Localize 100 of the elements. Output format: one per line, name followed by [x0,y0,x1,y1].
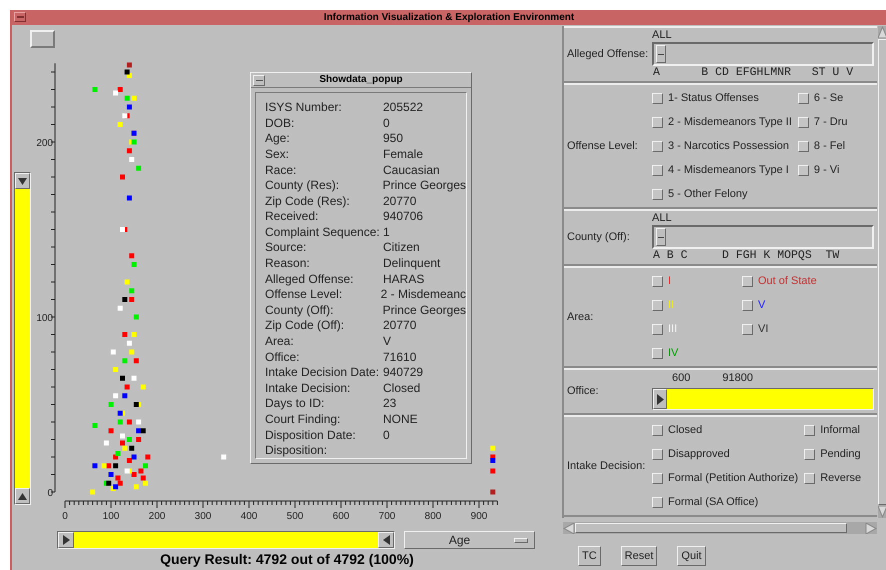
data-point [122,332,128,337]
data-point [126,62,132,68]
checkbox-label[interactable]: 1- Status Offenses [668,92,759,104]
minus-icon [256,80,262,81]
checkbox-label[interactable]: Pending [820,448,861,460]
data-point [126,420,132,424]
field-label: Reason: [265,257,311,270]
checkbox[interactable] [798,92,809,104]
checkbox[interactable] [652,92,663,104]
data-point [124,96,130,101]
checkbox-label[interactable]: VI [758,324,768,334]
field-label: DOB: [265,116,296,129]
checkbox-label[interactable]: 8 - Fel [814,140,846,152]
checkbox-label[interactable]: Reverse [820,472,862,484]
field-label: ISYS Number: [265,101,343,114]
popup-title: Showdata_popup [319,75,403,86]
up-arrow-icon[interactable] [878,26,886,38]
data-point [129,350,134,354]
range-max: 91800 [722,373,753,384]
checkbox[interactable] [804,424,816,436]
checkbox[interactable] [652,300,663,310]
data-point [92,463,98,468]
data-point [92,87,98,92]
checkbox-label[interactable]: 6 - Se [814,92,844,104]
checkbox[interactable] [804,448,816,460]
data-point [90,490,96,494]
field-value: 0 [383,428,390,441]
data-point [124,280,130,284]
axis-label: 100 [102,511,120,522]
axis-label: 0 [62,511,68,522]
field-label: Source: [265,241,308,254]
checkbox-label[interactable]: 5 - Other Felony [668,188,748,200]
checkbox[interactable] [652,496,663,508]
checkbox[interactable] [652,348,663,358]
checkbox-label[interactable]: Closed [668,424,702,436]
checkbox-label[interactable]: Formal (SA Office) [668,496,758,508]
horizontal-scrollbar[interactable] [563,522,877,534]
action-button[interactable]: TC [578,546,601,566]
checkbox[interactable] [652,164,663,176]
checkbox-label[interactable]: Formal (Petition Authorize) [668,472,798,484]
dropdown-indicator-icon [514,538,528,542]
field-label: Received: [265,210,320,222]
left-arrow-icon[interactable] [563,522,575,534]
checkbox[interactable] [652,448,663,460]
checkbox[interactable] [798,116,809,128]
right-arrow-icon[interactable] [865,522,877,534]
data-point [129,157,134,162]
checkbox-label[interactable]: 4 - Misdemeanors Type I [668,164,789,176]
blank-button[interactable] [30,30,55,48]
checkbox-label[interactable]: Disapproved [668,448,730,460]
checkbox[interactable] [652,116,663,128]
window-menu-button[interactable] [14,12,26,22]
action-button[interactable]: Quit [677,546,706,566]
checkbox[interactable] [652,472,663,484]
field-label: Area: [265,335,295,348]
attribute-dropdown[interactable]: Age [404,531,535,549]
data-point [118,122,123,127]
checkbox[interactable] [798,164,809,176]
field-label: Intake Decision: [265,382,352,394]
checkbox-label[interactable]: 9 - Vi [814,164,840,176]
checkbox[interactable] [742,324,753,334]
data-point [490,490,496,494]
checkbox[interactable] [652,140,663,152]
data-point [136,437,142,442]
field-value: HARAS [383,272,424,285]
field-label: County (Off): [265,304,334,316]
field-value: Prince Georges [382,304,466,316]
scale-labels: A B C D FGH K MOPQS TW [653,249,840,263]
checkbox[interactable] [742,300,753,310]
action-button[interactable]: Reset [620,546,658,566]
checkbox-label[interactable]: 7 - Dru [814,116,848,128]
checkbox[interactable] [652,424,663,436]
data-point [132,96,136,101]
data-point [120,434,125,438]
scrollbar-thumb[interactable] [575,523,847,533]
data-point [132,332,136,337]
checkbox[interactable] [798,140,809,152]
checkbox-label[interactable]: V [758,300,766,310]
filter-label: Office: [567,384,600,400]
field-label: Race: [265,164,298,176]
checkbox-label[interactable]: Informal [820,424,860,436]
field-label: Age: [265,132,291,144]
data-point [132,376,136,381]
axis-label: 800 [424,511,442,522]
checkbox[interactable] [652,276,663,286]
window-title: Information Visualization & Exploration Environment [324,12,574,22]
checkbox-label[interactable]: 3 - Narcotics Possession [668,140,790,152]
data-point [126,340,132,346]
checkbox[interactable] [652,188,663,200]
range-min: 600 [672,373,690,384]
checkbox[interactable] [742,276,753,286]
field-label: Disposition Date: [265,428,357,441]
down-arrow-icon[interactable] [878,506,886,518]
data-point [132,262,136,267]
checkbox-label[interactable]: 2 - Misdemeanors Type II [668,116,792,128]
minus-icon [16,16,24,18]
range-value: ALL [652,212,673,225]
checkbox[interactable] [652,324,663,334]
axis-label: 500 [286,511,304,522]
checkbox[interactable] [804,472,816,484]
